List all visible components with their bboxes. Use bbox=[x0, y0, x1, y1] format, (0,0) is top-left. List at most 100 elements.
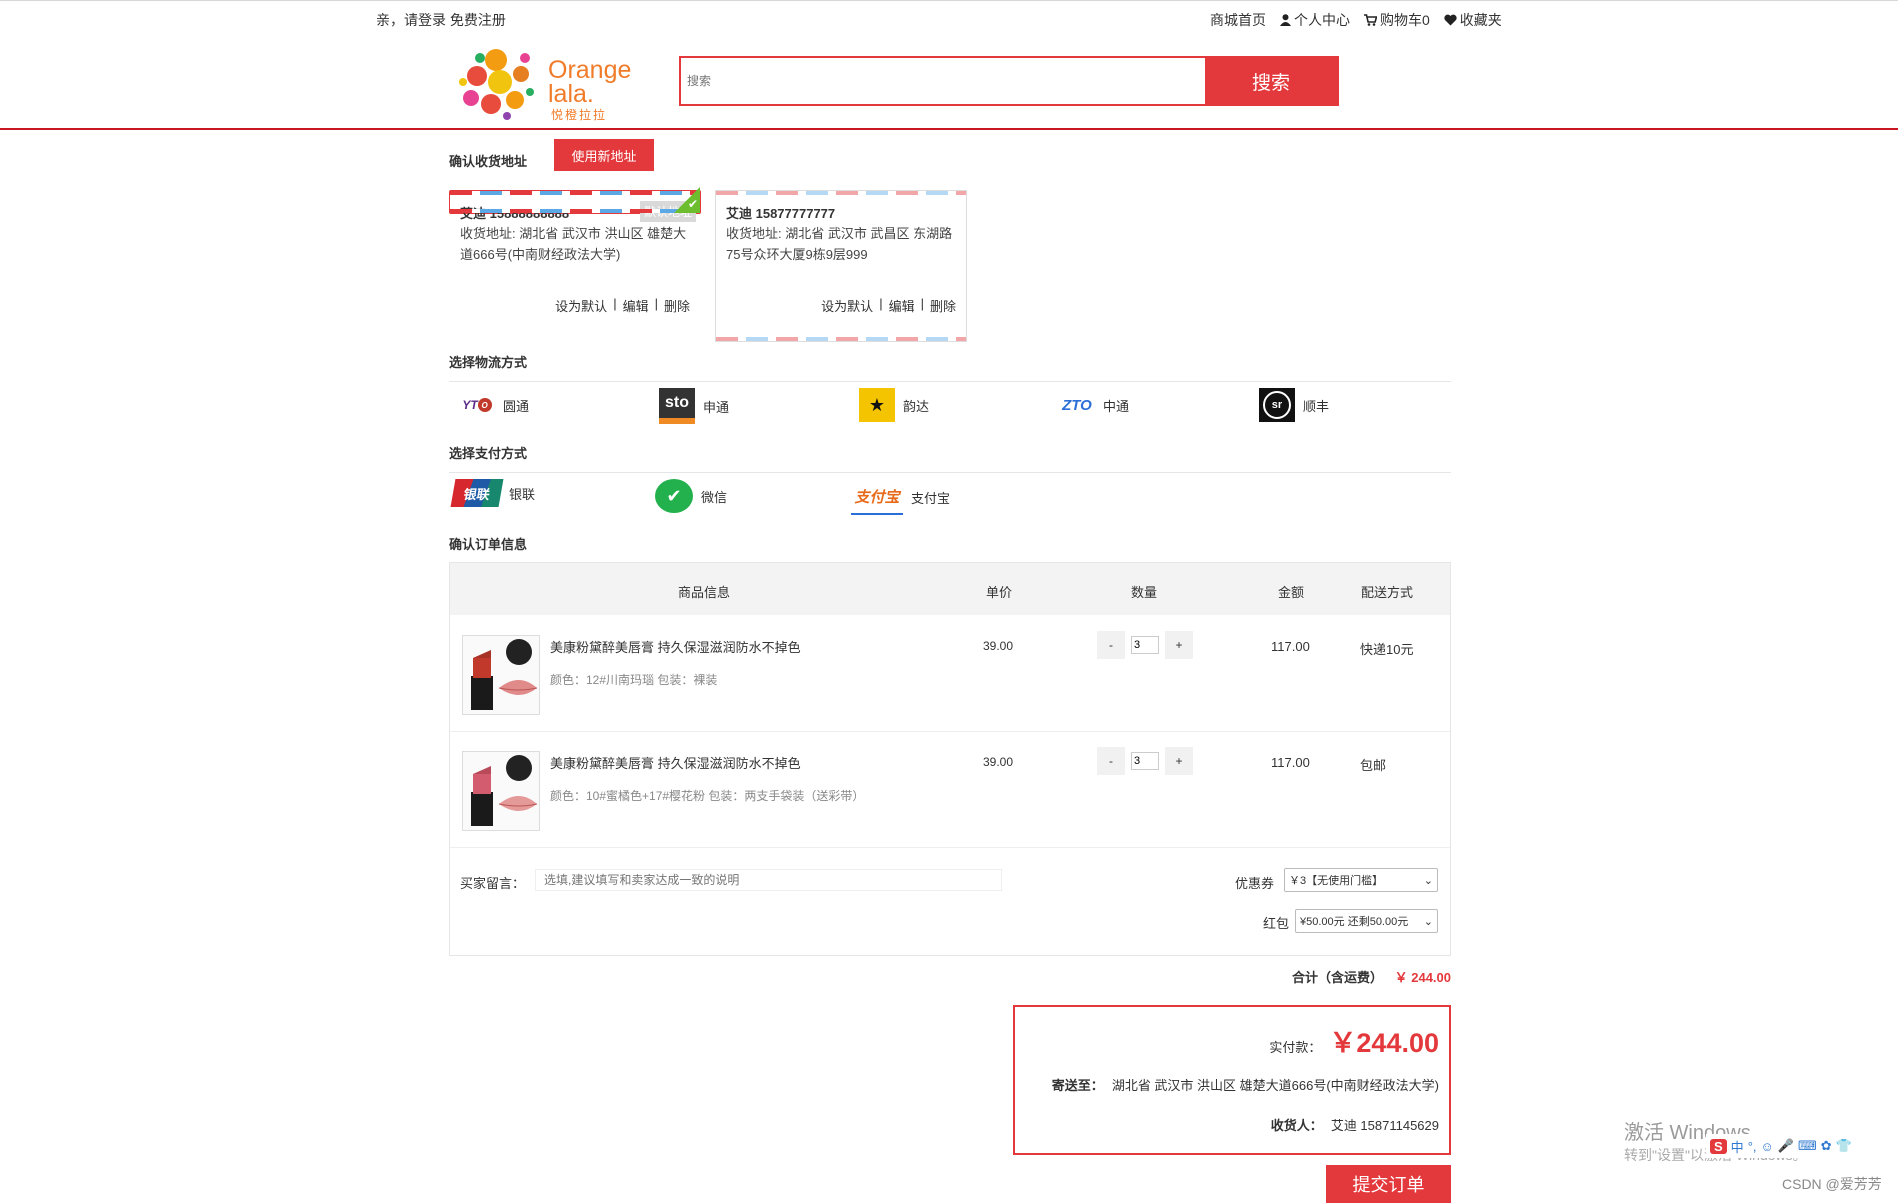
edit-link[interactable]: 编辑 bbox=[889, 296, 915, 315]
payment-section-title: 选择支付方式 bbox=[449, 446, 528, 461]
card-stripe-bottom bbox=[716, 337, 966, 341]
address-card[interactable]: 艾迪 15877777777 收货地址: 湖北省 武汉市 武昌区 东湖路75号众… bbox=[715, 190, 967, 342]
microphone-icon: 🎤 bbox=[1777, 1138, 1794, 1153]
lipstick-image-icon bbox=[471, 755, 538, 826]
header-product: 商品信息 bbox=[678, 585, 731, 600]
skin-icon: ✿ bbox=[1820, 1138, 1832, 1153]
set-default-link[interactable]: 设为默认 bbox=[821, 296, 873, 315]
increment-button[interactable]: + bbox=[1165, 631, 1193, 659]
quantity-stepper: - + bbox=[1097, 631, 1193, 659]
login-area: 亲，请登录 免费注册 bbox=[376, 10, 506, 30]
header-price: 单价 bbox=[986, 585, 1013, 600]
product-name[interactable]: 美康粉黛醉美唇膏 持久保湿滋润防水不掉色 bbox=[550, 753, 801, 772]
logistics-option-yunda[interactable]: ★ 韵达 bbox=[859, 388, 929, 422]
order-table-header: 商品信息 单价 数量 金额 配送方式 bbox=[450, 563, 1450, 615]
divider bbox=[449, 381, 1451, 382]
delete-link[interactable]: 删除 bbox=[664, 296, 690, 315]
coupon-value: ￥3【无使用门槛】 bbox=[1289, 875, 1384, 887]
address-section-title: 确认收货地址 bbox=[449, 154, 528, 169]
payment-label: 微信 bbox=[701, 489, 728, 505]
payment-option-wechat[interactable]: ✔ 微信 bbox=[655, 479, 727, 513]
top-bar: 亲，请登录 免费注册 商城首页 个人中心 购物车0 收藏夹 bbox=[0, 0, 1898, 36]
payment-option-unionpay[interactable]: 银联 银联 bbox=[450, 479, 535, 507]
pay-amount-value: ￥244.00 bbox=[1329, 1028, 1439, 1058]
line-amount: 117.00 bbox=[1271, 639, 1310, 654]
shirt-icon: 👕 bbox=[1835, 1138, 1852, 1153]
total-label: 合计（含运费） bbox=[1291, 970, 1383, 985]
header-amount: 金额 bbox=[1278, 585, 1305, 600]
cart-icon bbox=[1364, 14, 1377, 26]
logo-dots-icon bbox=[459, 49, 534, 120]
user-icon bbox=[1280, 14, 1291, 26]
home-link[interactable]: 商城首页 bbox=[1210, 10, 1266, 30]
coupon-select[interactable]: ￥3【无使用门槛】 ⌄ bbox=[1284, 868, 1438, 892]
check-icon: ✔ bbox=[687, 197, 698, 211]
heart-icon bbox=[1444, 14, 1457, 26]
ime-toolbar[interactable]: S 中 °, ☺ 🎤 ⌨ ✿ 👕 bbox=[1706, 1134, 1856, 1158]
chevron-down-icon: ⌄ bbox=[1423, 915, 1433, 928]
buyer-message-input[interactable] bbox=[535, 869, 1002, 891]
product-attributes: 颜色：12#川南玛瑙 包装：裸装 bbox=[550, 673, 718, 687]
ship-to-line: 寄送至： 湖北省 武汉市 洪山区 雄楚大道666号(中南财经政法大学) bbox=[1052, 1075, 1439, 1094]
logistics-label: 韵达 bbox=[903, 398, 930, 414]
decrement-button[interactable]: - bbox=[1097, 747, 1125, 775]
address-card-default[interactable]: 艾迪 15888888888 默认地址 收货地址: 湖北省 武汉市 洪山区 雄楚… bbox=[449, 187, 701, 314]
logistics-option-yto[interactable]: YT O 圆通 bbox=[459, 388, 529, 422]
product-image[interactable] bbox=[462, 635, 540, 715]
lipstick-image-icon bbox=[471, 639, 538, 710]
header-shipping: 配送方式 bbox=[1361, 585, 1414, 600]
line-amount: 117.00 bbox=[1271, 755, 1310, 770]
new-address-button[interactable]: 使用新地址 bbox=[554, 139, 654, 171]
unit-price: 39.00 bbox=[983, 755, 1014, 769]
product-attributes: 颜色：10#蜜橘色+17#樱花粉 包装：两支手袋装（送彩带） bbox=[550, 789, 865, 803]
card-stripe-bottom bbox=[450, 209, 700, 213]
edit-link[interactable]: 编辑 bbox=[623, 296, 649, 315]
receiver-label: 收货人： bbox=[1270, 1118, 1323, 1133]
set-default-link[interactable]: 设为默认 bbox=[555, 296, 607, 315]
logistics-label: 圆通 bbox=[503, 398, 530, 414]
submit-order-button[interactable]: 提交订单 bbox=[1326, 1165, 1451, 1203]
delete-link[interactable]: 删除 bbox=[930, 296, 956, 315]
login-link[interactable]: 亲，请登录 bbox=[376, 12, 446, 28]
logistics-label: 申通 bbox=[703, 399, 730, 415]
address-ops: 设为默认 | 编辑 | 删除 bbox=[821, 296, 956, 315]
emoji-icon: ☺ bbox=[1760, 1138, 1774, 1154]
cart-link[interactable]: 购物车0 bbox=[1364, 10, 1430, 30]
user-center-link[interactable]: 个人中心 bbox=[1280, 10, 1350, 30]
total-value: ￥ 244.00 bbox=[1394, 970, 1451, 985]
search-input[interactable] bbox=[681, 58, 1205, 104]
header-qty: 数量 bbox=[1131, 585, 1158, 600]
increment-button[interactable]: + bbox=[1165, 747, 1193, 775]
logo[interactable]: Orange lala. 悦橙拉拉 bbox=[455, 44, 645, 124]
buyer-message-label: 买家留言： bbox=[460, 876, 526, 891]
csdn-credit: CSDN @爱芳芳 bbox=[1782, 1176, 1882, 1192]
pay-amount-label: 实付款： bbox=[1269, 1040, 1322, 1055]
zto-logo-icon: ZTO bbox=[1062, 396, 1092, 414]
payment-option-alipay[interactable]: 支付宝 支付宝 bbox=[851, 479, 950, 515]
logistics-option-zto[interactable]: ZTO 中通 bbox=[1059, 388, 1129, 422]
favorites-link[interactable]: 收藏夹 bbox=[1444, 10, 1502, 30]
search-button[interactable]: 搜索 bbox=[1205, 58, 1337, 104]
sf-logo-icon: sr bbox=[1259, 388, 1295, 422]
quantity-input[interactable] bbox=[1131, 752, 1159, 770]
red-packet-select[interactable]: ¥50.00元 还剩50.00元 ⌄ bbox=[1295, 909, 1438, 933]
logistics-option-sto[interactable]: sto 申通 bbox=[659, 388, 729, 424]
address-recipient: 艾迪 15877777777 bbox=[726, 206, 836, 221]
coupon-label: 优惠券 bbox=[1235, 876, 1275, 891]
register-link[interactable]: 免费注册 bbox=[450, 12, 506, 28]
wechat-pay-icon: ✔ bbox=[655, 479, 693, 513]
quantity-input[interactable] bbox=[1131, 636, 1159, 654]
top-links: 商城首页 个人中心 购物车0 收藏夹 bbox=[1210, 10, 1502, 30]
logistics-option-sf[interactable]: sr 顺丰 bbox=[1259, 388, 1329, 422]
logo-subtitle: 悦橙拉拉 bbox=[551, 108, 608, 122]
product-name[interactable]: 美康粉黛醉美唇膏 持久保湿滋润防水不掉色 bbox=[550, 637, 801, 656]
alipay-logo-icon: 支付宝 bbox=[851, 479, 903, 515]
logistics-label: 顺丰 bbox=[1303, 398, 1330, 414]
shipping-method: 快递10元 bbox=[1360, 642, 1414, 657]
punctuation-icon: °, bbox=[1747, 1138, 1757, 1154]
home-link-label: 商城首页 bbox=[1210, 12, 1266, 28]
user-center-label: 个人中心 bbox=[1294, 12, 1350, 28]
card-stripe-top bbox=[716, 191, 966, 195]
product-image[interactable] bbox=[462, 751, 540, 831]
decrement-button[interactable]: - bbox=[1097, 631, 1125, 659]
